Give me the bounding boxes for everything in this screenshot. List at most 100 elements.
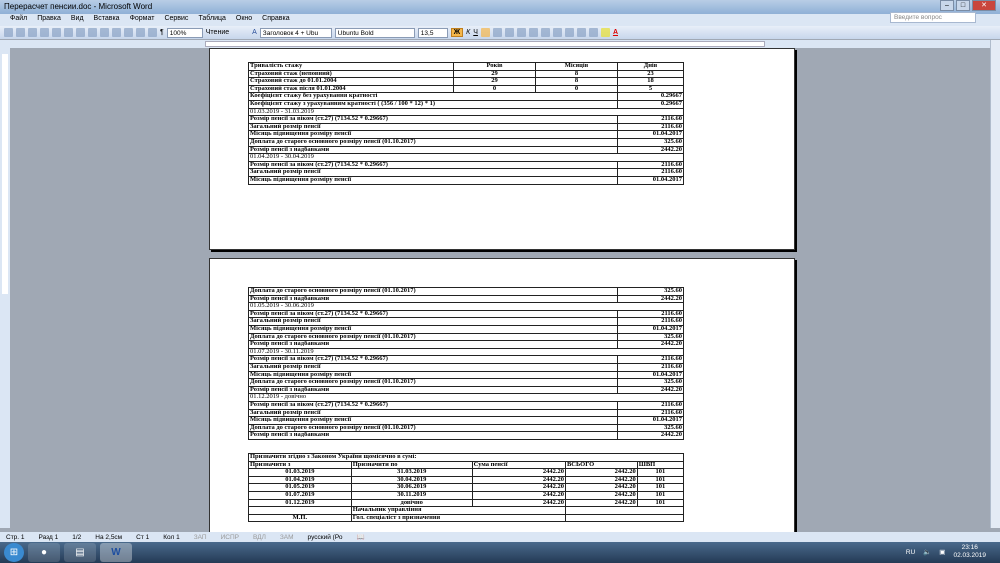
column-header: ШВП	[636, 460, 685, 470]
paragraph-marks-icon[interactable]: ¶	[160, 29, 164, 36]
align-right-icon[interactable]	[504, 28, 514, 37]
row-label: Розмір пенсії з надбавками	[248, 431, 618, 440]
table-cell: 30.04.2019	[350, 475, 473, 485]
cut-icon[interactable]	[76, 28, 85, 37]
vertical-scrollbar[interactable]	[990, 40, 1000, 528]
numbering-icon[interactable]	[540, 28, 550, 37]
underline-button[interactable]: Ч	[473, 29, 478, 36]
table-row: Розмір пенсії за віком (ст.27) (7134.52 …	[248, 309, 684, 319]
volume-icon[interactable]: 🔈	[923, 548, 931, 556]
row-label: Доплата до старого основного розміру пен…	[248, 137, 618, 147]
justify-icon[interactable]	[516, 28, 526, 37]
reading-button[interactable]: Чтение	[206, 29, 229, 36]
styles-icon[interactable]: A	[252, 29, 257, 36]
table-row: Загальний розмір пенсії 2116.60	[248, 168, 684, 177]
table-row: 01.03.2019 31.03.2019 2442.20 2442.20 101	[248, 468, 685, 477]
style-select[interactable]: Заголовок 4 + Ubu	[259, 27, 332, 38]
minimize-button[interactable]: –	[940, 0, 954, 11]
menu-item[interactable]: Файл	[10, 15, 27, 25]
chrome-taskbar-icon[interactable]: ●	[28, 543, 60, 562]
table-cell: 8	[535, 69, 618, 79]
table-cell: 2442.20	[564, 483, 638, 492]
clock[interactable]: 23:16 02.03.2019	[953, 544, 986, 560]
table-cell: 0	[453, 84, 536, 94]
period-heading: 01.07.2019 - 30.11.2019	[248, 347, 684, 357]
table-row: Місяць підвищення розміру пенсії 01.04.20…	[248, 175, 684, 185]
menu-item[interactable]: Формат	[130, 15, 155, 25]
undo-icon[interactable]	[112, 28, 121, 37]
font-size-select[interactable]: 13,5	[417, 27, 448, 38]
columns-icon[interactable]	[148, 28, 157, 37]
word-taskbar-icon[interactable]: W	[100, 543, 132, 562]
explorer-taskbar-icon[interactable]: ▤	[64, 543, 96, 562]
table-cell: довічно	[350, 498, 473, 508]
table-row: Доплата до старого основного розміру пен…	[248, 137, 684, 147]
table-row: Розмір пенсії з надбавками 2442.20	[248, 145, 684, 155]
copy-icon[interactable]	[88, 28, 97, 37]
status-record[interactable]: ЗАП	[194, 534, 207, 541]
status-pages: 1/2	[72, 533, 82, 541]
table-row: Розмір пенсії з надбавками 2442.20	[248, 431, 684, 440]
align-center-icon[interactable]	[492, 28, 502, 37]
row-value: 01.04.2017	[617, 416, 684, 425]
highlight-icon[interactable]	[600, 28, 610, 37]
document-page-1[interactable]: Тривалість стажу Років Місяців Днів Страхови…	[209, 48, 795, 250]
horizontal-ruler[interactable]	[0, 40, 1000, 48]
align-left-icon[interactable]	[480, 28, 490, 37]
preview-icon[interactable]	[52, 28, 61, 37]
menu-item[interactable]: Вид	[71, 15, 84, 25]
menu-item[interactable]: Правка	[37, 15, 61, 25]
help-search-input[interactable]: Введите вопрос	[890, 12, 976, 23]
maximize-button[interactable]: □	[956, 0, 970, 11]
row-value: 0.29667	[617, 92, 684, 101]
period-heading: 01.12.2019 - довічно	[248, 393, 684, 402]
outdent-icon[interactable]	[564, 28, 574, 37]
redo-icon[interactable]	[124, 28, 133, 37]
status-extend[interactable]: ВДЛ	[253, 534, 266, 541]
status-track-changes[interactable]: ИСПР	[221, 534, 239, 541]
menu-item[interactable]: Вставка	[94, 15, 120, 25]
specialist-signature: Гол. спеціаліст з призначення	[350, 513, 566, 523]
save-icon[interactable]	[28, 28, 37, 37]
row-label: Розмір пенсії з надбавками	[248, 294, 618, 304]
table-row: 01.05.2019 30.06.2019 2442.20 2442.20 101	[248, 483, 685, 492]
spelling-icon[interactable]	[64, 28, 73, 37]
font-color-icon[interactable]: A	[613, 29, 618, 36]
keyboard-language[interactable]: RU	[906, 549, 915, 556]
font-select[interactable]: Ubuntu Bold	[334, 27, 415, 38]
status-overtype[interactable]: ЗАМ	[280, 534, 294, 541]
paste-icon[interactable]	[100, 28, 109, 37]
row-label: Розмір пенсії за віком (ст.27) (7134.52 …	[248, 115, 618, 124]
print-icon[interactable]	[40, 28, 49, 37]
row-value: 325.60	[617, 378, 684, 387]
new-icon[interactable]	[4, 28, 13, 37]
indent-icon[interactable]	[576, 28, 586, 37]
italic-button[interactable]: К	[466, 29, 470, 36]
table-icon[interactable]	[136, 28, 145, 37]
menu-item[interactable]: Окно	[236, 15, 252, 25]
table-row: Доплата до старого основного розміру пен…	[248, 423, 684, 433]
network-icon[interactable]: ▣	[939, 548, 945, 556]
menu-item[interactable]: Сервис	[164, 15, 188, 25]
row-value: 0.29667	[617, 99, 684, 109]
vertical-ruler[interactable]	[0, 48, 10, 528]
bold-button[interactable]: Ж	[450, 28, 464, 37]
status-line: Ст 1	[136, 533, 150, 541]
taskbar: ⊞ ● ▤ W RU 🔈 ▣ 23:16 02.03.2019	[0, 542, 1000, 563]
start-button[interactable]: ⊞	[4, 543, 24, 562]
column-header: Місяців	[535, 62, 618, 71]
row-value: 2116.60	[617, 400, 684, 410]
close-button[interactable]: ✕	[972, 0, 996, 11]
table-cell: 101	[636, 498, 685, 508]
spelling-status-icon[interactable]: 📖	[357, 533, 365, 541]
bullets-icon[interactable]	[552, 28, 562, 37]
zoom-select[interactable]: 100%	[166, 27, 203, 38]
menu-item[interactable]: Справка	[262, 15, 289, 25]
menu-item[interactable]: Таблица	[198, 15, 225, 25]
line-spacing-icon[interactable]	[528, 28, 538, 37]
row-value: 2442.20	[617, 431, 684, 440]
open-icon[interactable]	[16, 28, 25, 37]
borders-icon[interactable]	[588, 28, 598, 37]
document-page-2[interactable]: Доплата до старого основного розміру пен…	[209, 258, 795, 533]
table-row: Місяць підвищення розміру пенсії 01.04.20…	[248, 130, 684, 139]
